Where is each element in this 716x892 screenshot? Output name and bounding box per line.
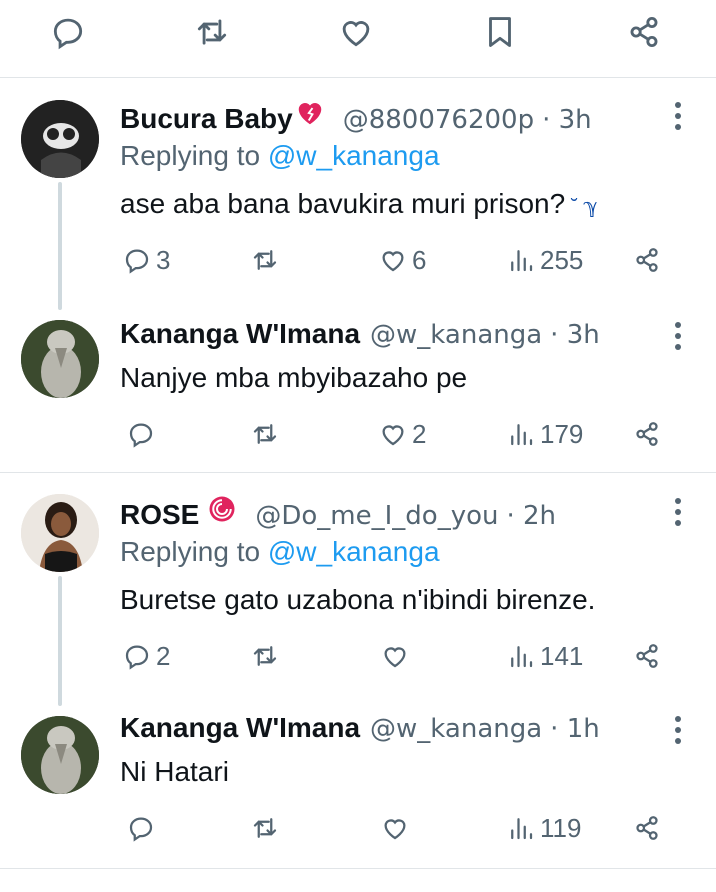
tweet-actions: 2 179 [0, 414, 716, 454]
display-name[interactable]: Kananga W'Imana [120, 318, 360, 350]
reply-button[interactable] [126, 808, 160, 848]
like-icon [384, 647, 406, 668]
replying-to: Replying to @w_kananga [120, 536, 440, 568]
more-options-icon[interactable] [674, 716, 682, 748]
avatar[interactable] [21, 100, 99, 178]
tweet-actions: 119 [0, 808, 716, 848]
retweet-icon [253, 818, 277, 838]
views-button[interactable]: 255 [506, 240, 583, 280]
view-count: 119 [540, 812, 582, 843]
reply-count: 2 [156, 640, 171, 671]
views-icon [511, 818, 533, 840]
display-name[interactable]: Bucura Baby [120, 103, 293, 135]
replying-to: Replying to @w_kananga [120, 140, 440, 172]
views-icon [511, 424, 533, 446]
share-icon[interactable] [622, 10, 666, 54]
retweet-icon [253, 424, 277, 444]
views-icon [511, 250, 533, 272]
share-icon [636, 422, 658, 446]
reply-button[interactable] [126, 414, 160, 454]
divider [0, 77, 716, 78]
retweet-icon [253, 250, 277, 270]
tweet-text: Buretse gato uzabona n'ibindi birenze. [120, 584, 596, 615]
like-count: 6 [412, 244, 427, 275]
retweet-button[interactable] [250, 808, 284, 848]
tweet-actions: 3 6 255 [0, 240, 716, 280]
user-handle[interactable]: @Do_me_I_do_you [255, 501, 498, 531]
tweet-header: Kananga W'Imana @w_kananga · 3h [120, 318, 600, 350]
retweet-icon [253, 646, 277, 666]
like-button[interactable]: 2 [378, 414, 426, 454]
avatar[interactable] [21, 494, 99, 572]
mention-link[interactable]: @w_kananga [268, 140, 440, 171]
replying-prefix: Replying to [120, 140, 268, 171]
views-icon [511, 646, 533, 668]
view-count: 255 [540, 244, 584, 275]
reply-icon [125, 645, 149, 670]
reply-icon [125, 249, 149, 274]
timestamp[interactable]: · 2h [506, 501, 556, 531]
reply-icon [129, 423, 153, 448]
divider [0, 868, 716, 869]
share-button[interactable] [632, 808, 662, 848]
divider [0, 472, 716, 473]
timestamp[interactable]: · 1h [550, 714, 600, 744]
reply-button[interactable]: 2 [122, 636, 170, 676]
like-button[interactable] [380, 808, 414, 848]
views-button[interactable]: 119 [506, 808, 581, 848]
heart-emoji-icon [298, 103, 321, 125]
display-name[interactable]: ROSE [120, 499, 199, 531]
tweet-text: ase aba bana bavukira muri prison? ˘ ℽ [120, 188, 598, 220]
more-options-icon[interactable] [674, 102, 682, 134]
replying-prefix: Replying to [120, 536, 268, 567]
timestamp[interactable]: · 3h [550, 320, 600, 350]
share-button[interactable] [632, 240, 662, 280]
more-options-icon[interactable] [674, 322, 682, 354]
like-icon [384, 819, 406, 840]
like-icon [382, 251, 404, 272]
tweet-header: Kananga W'Imana @w_kananga · 1h [120, 712, 600, 744]
share-icon [636, 644, 658, 668]
more-options-icon[interactable] [674, 498, 682, 530]
avatar[interactable] [21, 320, 99, 398]
tweet-text-body: ase aba bana bavukira muri prison? [120, 188, 566, 219]
retweet-button[interactable] [250, 636, 284, 676]
user-handle[interactable]: @w_kananga [370, 320, 542, 350]
tweet-header: Bucura Baby @880076200p · 3h [120, 98, 592, 135]
user-handle[interactable]: @w_kananga [370, 714, 542, 744]
view-count: 179 [540, 418, 584, 449]
share-button[interactable] [632, 636, 662, 676]
top-action-bar [0, 0, 716, 76]
bookmark-icon[interactable] [478, 10, 522, 54]
user-handle[interactable]: @880076200p [343, 105, 534, 135]
like-icon [382, 425, 404, 446]
reply-icon [129, 817, 153, 842]
display-name[interactable]: Kananga W'Imana [120, 712, 360, 744]
view-count: 141 [540, 640, 584, 671]
share-icon [636, 248, 658, 272]
mention-link[interactable]: @w_kananga [268, 536, 440, 567]
tweet-text-symbol: ˘ ℽ [571, 196, 598, 218]
like-button[interactable]: 6 [378, 240, 426, 280]
tweet-header: ROSE @Do_me_I_do_you · 2h [120, 494, 556, 531]
retweet-icon[interactable] [190, 10, 234, 54]
retweet-button[interactable] [250, 240, 284, 280]
timestamp[interactable]: · 3h [542, 105, 592, 135]
like-count: 2 [412, 418, 427, 449]
rose-emoji-icon [209, 496, 235, 522]
tweet-text: Ni Hatari [120, 756, 229, 787]
like-button[interactable] [380, 636, 414, 676]
like-icon[interactable] [334, 10, 378, 54]
reply-icon[interactable] [46, 10, 90, 54]
views-button[interactable]: 141 [506, 636, 583, 676]
share-icon [636, 816, 658, 840]
tweet-text: Nanjye mba mbyibazaho pe [120, 362, 468, 393]
retweet-button[interactable] [250, 414, 284, 454]
avatar[interactable] [21, 716, 99, 794]
views-button[interactable]: 179 [506, 414, 583, 454]
reply-button[interactable]: 3 [122, 240, 170, 280]
tweet-actions: 2 141 [0, 636, 716, 676]
reply-count: 3 [156, 244, 171, 275]
share-button[interactable] [632, 414, 662, 454]
